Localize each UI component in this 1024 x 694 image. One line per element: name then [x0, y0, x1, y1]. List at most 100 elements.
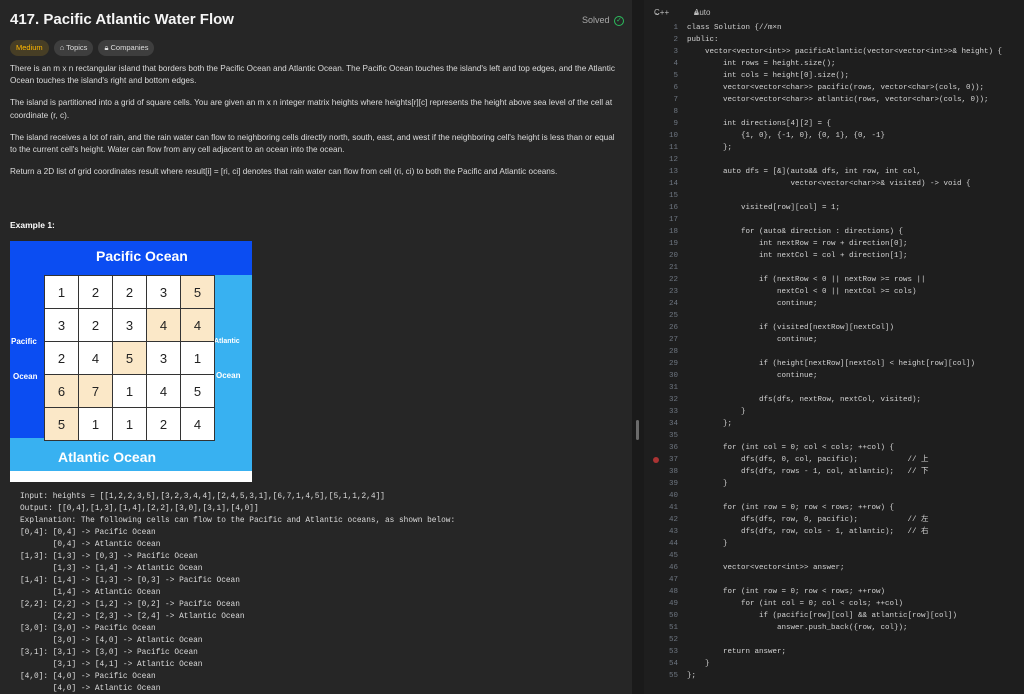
line-number: 54	[668, 660, 678, 668]
grid-cell: 3	[45, 309, 78, 341]
line-number: 28	[668, 348, 678, 356]
example-heading: Example 1:	[10, 220, 55, 230]
grid-cell: 5	[113, 342, 146, 374]
code-line: 24 continue;	[644, 298, 1024, 310]
code-line: 2 public:	[644, 34, 1024, 46]
code-text: dfs(dfs, row, 0, pacific); // 左	[687, 516, 929, 524]
grid-cell: 5	[181, 375, 214, 407]
grid-cell: 2	[79, 309, 112, 341]
code-text: int nextCol = col + direction[1];	[687, 252, 908, 260]
code-line: 34 };	[644, 418, 1024, 430]
code-line: 47	[644, 574, 1024, 586]
code-text: }	[687, 408, 746, 416]
pacific-left-label-2: Ocean	[13, 372, 38, 381]
code-text: int cols = height[0].size();	[687, 72, 850, 80]
problem-description: There is an m x n rectangular island tha…	[10, 63, 622, 188]
grid-cell: 2	[147, 408, 180, 440]
code-line: 3 vector<vector<int>> pacificAtlantic(ve…	[644, 46, 1024, 58]
atlantic-right-label-1: Atlantic	[214, 338, 240, 345]
chevron-down-icon: ⌄	[654, 8, 661, 17]
code-line: 21	[644, 262, 1024, 274]
companies-button[interactable]: 🔒︎ Companies	[98, 40, 155, 56]
code-text: dfs(dfs, 0, col, pacific); // 上	[687, 456, 929, 464]
code-text: for (int col = 0; col < cols; ++col)	[687, 600, 904, 608]
line-number: 8	[673, 108, 678, 116]
panel-divider[interactable]	[632, 0, 644, 694]
code-text: continue;	[687, 372, 818, 380]
code-line: 37 dfs(dfs, 0, col, pacific); // 上	[644, 454, 1024, 466]
line-number: 47	[668, 576, 678, 584]
example-line: [3,0]: [3,0] -> Pacific Ocean	[20, 625, 156, 633]
code-text: dfs(dfs, rows - 1, col, atlantic); // 下	[687, 468, 929, 476]
line-number: 22	[668, 276, 678, 284]
resize-handle[interactable]	[636, 420, 639, 440]
breakpoint-icon[interactable]	[653, 457, 659, 463]
code-text: return answer;	[687, 648, 787, 656]
code-line: 43 dfs(dfs, row, cols - 1, atlantic); //…	[644, 526, 1024, 538]
code-line: 50 if (pacific[row][col] && atlantic[row…	[644, 610, 1024, 622]
example-line: [0,4] -> Atlantic Ocean	[20, 541, 161, 549]
line-number: 4	[673, 60, 678, 68]
line-number: 11	[668, 144, 678, 152]
grid-cell: 6	[45, 375, 78, 407]
atlantic-right-label-2: Ocean	[216, 371, 241, 380]
pacific-left-label-1: Pacific	[11, 337, 37, 346]
example-line: [0,4]: [0,4] -> Pacific Ocean	[20, 529, 156, 537]
code-line: 45	[644, 550, 1024, 562]
line-number: 23	[668, 288, 678, 296]
line-number: 34	[668, 420, 678, 428]
code-line: 40	[644, 490, 1024, 502]
code-text: vector<vector<int>> answer;	[687, 564, 845, 572]
code-line: 30 continue;	[644, 370, 1024, 382]
line-number: 18	[668, 228, 678, 236]
code-text: };	[687, 420, 733, 428]
code-text: class Solution {//m×n	[687, 24, 782, 32]
example-line: [1,4] -> Atlantic Ocean	[20, 589, 161, 597]
code-line: 15	[644, 190, 1024, 202]
topics-button[interactable]: ⌂ Topics	[53, 40, 94, 56]
grid-cell: 4	[181, 408, 214, 440]
line-number: 1	[673, 24, 678, 32]
code-line: 4 int rows = height.size();	[644, 58, 1024, 70]
code-line: 9 int directions[4][2] = {	[644, 118, 1024, 130]
code-line: 13 auto dfs = [&](auto&& dfs, int row, i…	[644, 166, 1024, 178]
code-editor[interactable]: 1 class Solution {//m×n 2 public: 3 vector<v…	[644, 22, 1024, 682]
code-text: auto dfs = [&](auto&& dfs, int row, int …	[687, 168, 922, 176]
code-text: int directions[4][2] = {	[687, 120, 832, 128]
grid-cell: 1	[113, 375, 146, 407]
line-number: 21	[668, 264, 678, 272]
line-number: 32	[668, 396, 678, 404]
code-line: 32 dfs(dfs, nextRow, nextCol, visited);	[644, 394, 1024, 406]
code-text: for (auto& direction : directions) {	[687, 228, 904, 236]
example-image: Pacific Ocean Pacific Ocean Atlantic Oce…	[10, 241, 252, 482]
code-line: 5 int cols = height[0].size();	[644, 70, 1024, 82]
code-line: 39 }	[644, 478, 1024, 490]
code-line: 12	[644, 154, 1024, 166]
grid-cell: 1	[45, 276, 78, 308]
line-number: 33	[668, 408, 678, 416]
line-number: 6	[673, 84, 678, 92]
line-number: 46	[668, 564, 678, 572]
code-line: 29 if (height[nextRow][nextCol] < height…	[644, 358, 1024, 370]
line-number: 45	[668, 552, 678, 560]
code-text: answer.push_back({row, col});	[687, 624, 908, 632]
code-line: 6 vector<vector<char>> pacific(rows, vec…	[644, 82, 1024, 94]
line-number: 29	[668, 360, 678, 368]
code-text: vector<vector<char>>& visited) -> void {	[687, 180, 971, 188]
example-line: [2,2]: [2,2] -> [1,2] -> [0,2] -> Pacifi…	[20, 601, 240, 609]
code-line: 23 nextCol < 0 || nextCol >= cols)	[644, 286, 1024, 298]
code-text: vector<vector<char>> atlantic(rows, vect…	[687, 96, 989, 104]
code-line: 55};	[644, 670, 1024, 682]
code-editor-panel: C++ ⌄ 🔒︎ Auto 1 class Solution {//m×n 2 pub…	[644, 0, 1024, 694]
code-line: 46 vector<vector<int>> answer;	[644, 562, 1024, 574]
solved-label: Solved	[581, 15, 610, 25]
code-text: for (int col = 0; col < cols; ++col) {	[687, 444, 895, 452]
line-number: 16	[668, 204, 678, 212]
grid-cell: 4	[181, 309, 214, 341]
auto-label: Auto	[694, 8, 711, 17]
code-text: vector<vector<char>> pacific(rows, vecto…	[687, 84, 985, 92]
example-line: [4,0]: [4,0] -> Pacific Ocean	[20, 673, 156, 681]
grid-cell: 4	[79, 342, 112, 374]
grid-cell: 5	[181, 276, 214, 308]
description-paragraph-3: The island receives a lot of rain, and t…	[10, 132, 615, 155]
